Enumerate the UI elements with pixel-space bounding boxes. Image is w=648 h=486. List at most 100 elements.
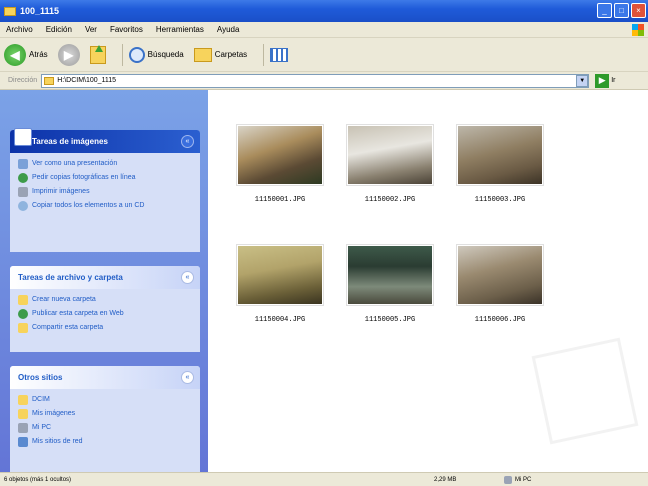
file-thumbnail[interactable]: 11150002.JPG: [346, 124, 434, 204]
photo-workroom: [348, 246, 432, 304]
menu-ayuda[interactable]: Ayuda: [217, 25, 240, 34]
collapse-chevron-icon[interactable]: «: [181, 135, 194, 148]
search-label: Búsqueda: [147, 50, 184, 59]
up-button[interactable]: [89, 44, 106, 64]
folders-button[interactable]: Carpetas: [193, 47, 247, 62]
task-copy-cd[interactable]: Copiar todos los elementos a un CD: [18, 201, 194, 211]
menu-archivo[interactable]: Archivo: [6, 25, 33, 34]
task-label: Copiar todos los elementos a un CD: [32, 202, 145, 209]
photo-hallway: [238, 246, 322, 304]
status-object-count: 6 objetos (más 1 ocultos): [4, 476, 72, 483]
thumbnail-frame: [346, 244, 434, 306]
task-share-folder[interactable]: Compartir esta carpeta: [18, 323, 194, 333]
window-title: 100_1115: [20, 6, 60, 16]
status-size: 2,29 MB: [434, 476, 457, 483]
file-thumbnail[interactable]: 11150003.JPG: [456, 124, 544, 204]
place-label: Mis imágenes: [32, 410, 76, 417]
place-dcim[interactable]: DCIM: [18, 395, 194, 405]
views-button[interactable]: [270, 47, 289, 62]
file-folder-tasks-panel: Tareas de archivo y carpeta « Crear nuev…: [10, 266, 200, 352]
address-dropdown-button[interactable]: ▼: [576, 74, 589, 87]
thumbnail-frame: [456, 244, 544, 306]
file-name: 11150005.JPG: [364, 316, 416, 324]
task-print[interactable]: Imprimir imágenes: [18, 187, 194, 197]
menu-herramientas[interactable]: Herramientas: [156, 25, 204, 34]
place-label: DCIM: [32, 396, 50, 403]
file-thumbnail[interactable]: 11150004.JPG: [236, 244, 324, 324]
panel-title: Tareas de archivo y carpeta: [18, 273, 123, 282]
new-folder-icon: [18, 295, 28, 305]
share-folder-icon: [18, 323, 28, 333]
folder-up-icon: [89, 44, 106, 64]
folders-icon: [193, 47, 212, 62]
panel-header[interactable]: Tareas de imágenes: [10, 130, 200, 153]
place-my-pictures[interactable]: Mis imágenes: [18, 409, 194, 419]
minimize-button[interactable]: _: [597, 3, 612, 18]
toolbar: ◀ Atrás ▶ Búsqueda Carpetas: [0, 38, 648, 72]
folder-icon: [4, 6, 16, 16]
title-bar[interactable]: 100_1115 _ □ ×: [0, 0, 648, 22]
search-button[interactable]: Búsqueda: [128, 46, 184, 63]
thumbnail-frame: [236, 124, 324, 186]
file-name: 11150006.JPG: [474, 316, 526, 324]
file-name: 11150002.JPG: [364, 196, 416, 204]
computer-icon: [504, 475, 512, 484]
toolbar-separator: [121, 43, 123, 66]
task-pane: Tareas de imágenes « Ver como una presen…: [0, 90, 208, 472]
forward-button[interactable]: ▶: [57, 43, 80, 66]
folder-icon: [18, 395, 28, 405]
place-label: Mi PC: [32, 424, 52, 431]
place-my-computer[interactable]: Mi PC: [18, 423, 194, 433]
task-publish-web[interactable]: Publicar esta carpeta en Web: [18, 309, 194, 319]
file-name: 11150001.JPG: [254, 196, 306, 204]
close-button[interactable]: ×: [631, 3, 646, 18]
task-label: Ver como una presentación: [32, 160, 118, 167]
back-button[interactable]: ◀ Atrás: [4, 43, 48, 66]
file-thumbnail[interactable]: 11150001.JPG: [236, 124, 324, 204]
status-bar: 6 objetos (más 1 ocultos) 2,29 MB Mi PC: [0, 472, 648, 486]
menu-edicion[interactable]: Edición: [46, 25, 72, 34]
address-input[interactable]: H:\DCIM\100_1115 ▼: [41, 73, 590, 88]
address-value: H:\DCIM\100_1115: [57, 77, 117, 84]
maximize-button[interactable]: □: [614, 3, 629, 18]
menu-favoritos[interactable]: Favoritos: [110, 25, 143, 34]
watermark-logo: [531, 337, 639, 445]
task-label: Publicar esta carpeta en Web: [32, 310, 124, 317]
task-order-prints[interactable]: Pedir copias fotográficas en línea: [18, 173, 194, 183]
thumbnail-frame: [346, 124, 434, 186]
menu-bar: Archivo Edición Ver Favoritos Herramient…: [0, 22, 648, 38]
photo-office-plants: [238, 126, 322, 184]
window-controls: _ □ ×: [597, 3, 646, 18]
slideshow-icon: [18, 159, 28, 169]
windows-logo-icon: [632, 24, 644, 36]
task-label: Crear nueva carpeta: [32, 296, 96, 303]
go-arrow-icon[interactable]: ▶: [595, 73, 610, 88]
photo-computer-desk: [348, 126, 432, 184]
task-label: Pedir copias fotográficas en línea: [32, 174, 136, 181]
back-arrow-icon: ◀: [4, 43, 26, 66]
file-name: 11150004.JPG: [254, 316, 306, 324]
file-thumbnail[interactable]: 11150005.JPG: [346, 244, 434, 324]
task-slideshow[interactable]: Ver como una presentación: [18, 159, 194, 169]
folder-icon: [44, 76, 55, 85]
task-label: Imprimir imágenes: [32, 188, 90, 195]
place-network[interactable]: Mis sitios de red: [18, 437, 194, 447]
task-label: Compartir esta carpeta: [32, 324, 104, 331]
file-thumbnail[interactable]: 11150006.JPG: [456, 244, 544, 324]
menu-ver[interactable]: Ver: [85, 25, 97, 34]
collapse-chevron-icon[interactable]: «: [181, 271, 194, 284]
panel-header[interactable]: Tareas de archivo y carpeta: [10, 266, 200, 289]
pictures-folder-icon: [18, 409, 28, 419]
photo-office-room: [458, 126, 542, 184]
search-icon: [128, 46, 145, 63]
thumbnail-frame: [456, 124, 544, 186]
cd-icon: [18, 201, 28, 211]
computer-icon: [18, 423, 28, 433]
thumbnail-frame: [236, 244, 324, 306]
task-new-folder[interactable]: Crear nueva carpeta: [18, 295, 194, 305]
collapse-chevron-icon[interactable]: «: [181, 371, 194, 384]
go-button[interactable]: Ir: [611, 77, 615, 84]
panel-header[interactable]: Otros sitios: [10, 366, 200, 389]
publish-web-icon: [18, 309, 28, 319]
panel-title: Tareas de imágenes: [32, 137, 108, 146]
